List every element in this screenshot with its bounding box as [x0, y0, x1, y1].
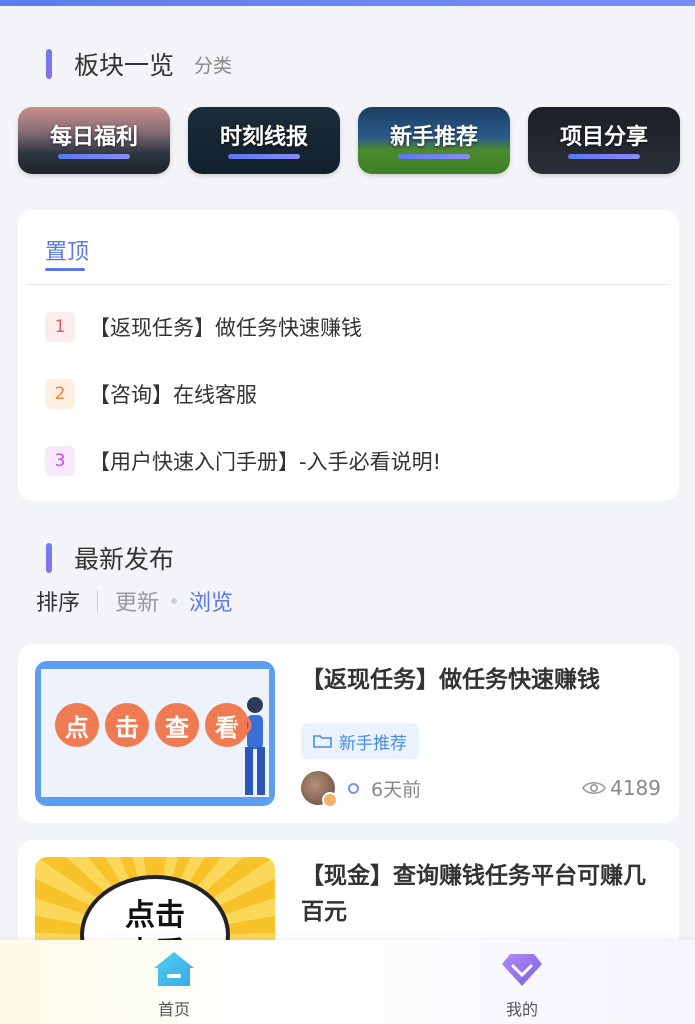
eye-icon: [582, 781, 607, 795]
latest-section-title: 最新发布: [74, 545, 175, 574]
pinned-rank-badge: 1: [45, 312, 75, 342]
board-underline: [568, 154, 640, 159]
thumbnail-char: 击: [105, 703, 149, 747]
sort-label: 排序: [36, 591, 81, 616]
separator-dot: [171, 598, 178, 604]
avatar-badge-icon: [322, 792, 338, 808]
divider: [97, 590, 99, 612]
bottom-tab-bar: 首页 我的: [0, 940, 695, 1024]
board-label: 每日福利: [49, 124, 138, 150]
board-underline: [58, 154, 130, 159]
board-label: 项目分享: [559, 124, 648, 150]
tab-active-indicator: [45, 268, 85, 271]
divider: [28, 284, 669, 285]
pinned-item[interactable]: 2 【咨询】在线客服: [45, 379, 257, 409]
tab-mine-label: 我的: [505, 1000, 538, 1019]
sort-option-views[interactable]: 浏览: [189, 585, 233, 617]
board-label: 新手推荐: [389, 124, 478, 150]
post-views: 4189: [582, 776, 661, 800]
avatar[interactable]: [301, 771, 338, 808]
thumbnail-text: 点击: [125, 898, 185, 933]
pinned-item-title: 【返现任务】做任务快速赚钱: [89, 316, 362, 340]
post-views-count: 4189: [610, 776, 661, 800]
board-underline: [228, 154, 300, 159]
boards-section-subtitle[interactable]: 分类: [194, 51, 232, 78]
person-illustration-icon: [233, 697, 265, 795]
latest-section-header: 最新发布: [46, 540, 174, 576]
pinned-rank-badge: 2: [45, 379, 75, 409]
pinned-item-title: 【用户快速入门手册】-入手必看说明!: [89, 450, 441, 474]
board-list: 每日福利 时刻线报 新手推荐 项目分享: [18, 107, 680, 174]
post-tag-label: 新手推荐: [339, 733, 407, 754]
tab-home-label: 首页: [157, 1000, 190, 1019]
top-accent-bar: [0, 0, 695, 6]
folder-icon: [313, 735, 332, 748]
board-tile-daily-welfare[interactable]: 每日福利: [18, 107, 170, 174]
board-tile-project-share[interactable]: 项目分享: [528, 107, 680, 174]
board-label: 时刻线报: [219, 124, 308, 150]
post-thumbnail: 点 击 查 看: [35, 661, 275, 806]
thumbnail-char: 查: [155, 703, 199, 747]
pinned-card: 置顶 1 【返现任务】做任务快速赚钱 2 【咨询】在线客服 3 【用户快速入门手…: [18, 210, 679, 501]
tab-mine[interactable]: 我的: [482, 950, 562, 1020]
post-meta: 6天前 4189: [301, 770, 661, 808]
post-title: 【现金】查询赚钱任务平台可赚几百元: [301, 863, 646, 925]
pinned-item[interactable]: 3 【用户快速入门手册】-入手必看说明!: [45, 446, 441, 476]
section-accent-bar: [46, 49, 52, 79]
post-card[interactable]: 点 击 查 看 【返现任务】做任务快速赚钱 新手推荐 6天前 4189: [18, 644, 679, 823]
post-time: 6天前: [371, 778, 422, 801]
thumbnail-char: 点: [55, 703, 99, 747]
board-underline: [398, 154, 470, 159]
diamond-icon: [502, 954, 542, 986]
boards-section-title: 板块一览: [74, 51, 175, 80]
section-accent-bar: [46, 543, 52, 573]
post-category-tag[interactable]: 新手推荐: [301, 723, 419, 759]
sort-bar: 排序 更新 浏览: [36, 585, 233, 617]
pinned-rank-badge: 3: [45, 446, 75, 476]
tab-home[interactable]: 首页: [134, 950, 214, 1020]
boards-section-header: 板块一览 分类: [46, 46, 232, 82]
pinned-item[interactable]: 1 【返现任务】做任务快速赚钱: [45, 312, 362, 342]
pinned-item-title: 【咨询】在线客服: [89, 383, 257, 407]
board-tile-newbie[interactable]: 新手推荐: [358, 107, 510, 174]
board-tile-news[interactable]: 时刻线报: [188, 107, 340, 174]
ring-icon: [348, 782, 359, 794]
post-title: 【返现任务】做任务快速赚钱: [301, 667, 600, 693]
home-icon: [154, 952, 194, 986]
tab-pinned[interactable]: 置顶: [45, 234, 89, 266]
sort-option-updated[interactable]: 更新: [115, 585, 159, 617]
